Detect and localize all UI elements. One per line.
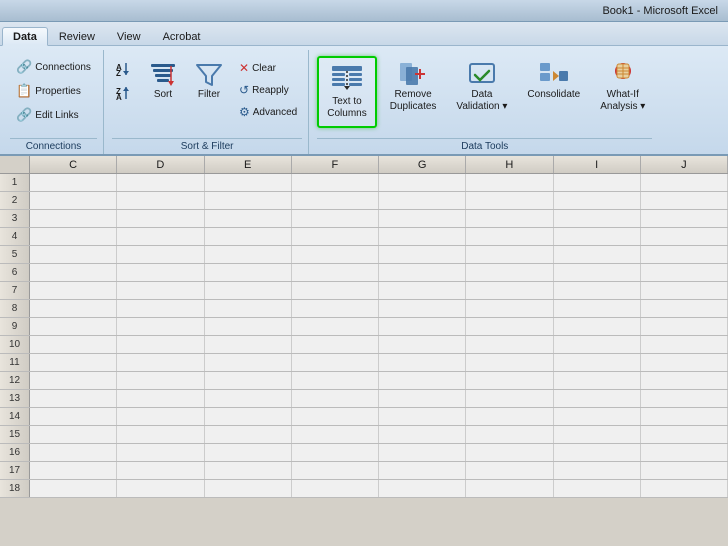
ribbon-group-sort-filter: A Z Z A [106,50,309,154]
ribbon-body: 🔗 Connections 📋 Properties 🔗 Edit Links … [0,46,728,156]
data-validation-label: DataValidation ▾ [456,89,507,113]
consolidate-label: Consolidate [527,89,580,101]
table-row: 14 [0,408,728,426]
table-row: 18 [0,480,728,498]
table-row: 3 [0,210,728,228]
sort-button[interactable]: Sort [142,54,184,124]
clear-button[interactable]: ✕ Clear [234,58,302,78]
connections-icon: 🔗 [16,59,32,75]
table-row: 17 [0,462,728,480]
ribbon-group-data-tools: Text toColumns RemoveDuplicates DataVa [311,50,658,154]
reapply-label: Reapply [252,85,289,96]
filter-icon [195,61,223,89]
row-header: 1 [0,174,30,191]
svg-text:A: A [116,93,122,101]
connections-group-label: Connections [10,138,97,154]
spreadsheet: C D E F G H I J 1 2 3 4 5 6 7 8 9 10 11 … [0,156,728,498]
col-header-e[interactable]: E [205,156,292,173]
filter-button[interactable]: Filter [188,54,230,124]
tab-acrobat[interactable]: Acrobat [152,27,212,45]
table-row: 13 [0,390,728,408]
sort-za-button[interactable]: Z A [112,82,138,104]
col-header-j[interactable]: J [641,156,728,173]
table-row: 9 [0,318,728,336]
data-validation-icon [467,61,497,89]
edit-links-icon: 🔗 [16,107,32,123]
col-header-f[interactable]: F [292,156,379,173]
table-row: 8 [0,300,728,318]
tab-view[interactable]: View [106,27,152,45]
connections-label: Connections [35,62,91,73]
sort-filter-group-label: Sort & Filter [112,138,302,154]
remove-duplicates-button[interactable]: RemoveDuplicates [383,56,444,126]
properties-label: Properties [35,86,81,97]
what-if-icon [608,61,638,89]
sort-za-icon: Z A [116,85,134,101]
table-row: 7 [0,282,728,300]
sort-az-icon: A Z [116,61,134,77]
tab-data[interactable]: Data [2,27,48,46]
table-row: 11 [0,354,728,372]
advanced-icon: ⚙ [239,105,250,119]
data-validation-button[interactable]: DataValidation ▾ [449,56,514,126]
sort-az-button[interactable]: A Z [112,58,138,80]
clear-label: Clear [252,63,276,74]
grid-cell[interactable] [30,174,117,191]
col-header-c[interactable]: C [30,156,117,173]
what-if-label: What-IfAnalysis ▾ [600,89,645,113]
ribbon-group-connections: 🔗 Connections 📋 Properties 🔗 Edit Links … [4,50,104,154]
column-headers: C D E F G H I J [0,156,728,174]
connections-button[interactable]: 🔗 Connections [11,56,96,78]
consolidate-button[interactable]: Consolidate [520,56,587,126]
reapply-button[interactable]: ↺ Reapply [234,80,302,100]
table-row: 12 [0,372,728,390]
properties-button[interactable]: 📋 Properties [11,80,86,102]
advanced-label: Advanced [253,107,297,118]
table-row: 5 [0,246,728,264]
text-to-columns-icon [331,64,363,94]
edit-links-label: Edit Links [35,110,78,121]
svg-text:Z: Z [116,69,121,77]
table-row: 10 [0,336,728,354]
remove-duplicates-label: RemoveDuplicates [390,89,437,113]
data-tools-group-label: Data Tools [317,138,652,154]
ribbon-tabs: Data Review View Acrobat [0,22,728,46]
table-row: 15 [0,426,728,444]
table-row: 6 [0,264,728,282]
advanced-button[interactable]: ⚙ Advanced [234,102,302,122]
table-row: 16 [0,444,728,462]
grid-area: 1 2 3 4 5 6 7 8 9 10 11 12 13 14 15 16 1… [0,174,728,498]
col-header-d[interactable]: D [117,156,204,173]
consolidate-icon [539,61,569,89]
reapply-icon: ↺ [239,83,249,97]
clear-icon: ✕ [239,61,249,75]
title-bar-text: Book1 - Microsoft Excel [602,5,718,17]
col-header-h[interactable]: H [466,156,553,173]
what-if-analysis-button[interactable]: What-IfAnalysis ▾ [593,56,652,126]
col-header-g[interactable]: G [379,156,466,173]
table-row: 1 [0,174,728,192]
corner-cell [0,156,30,173]
col-header-i[interactable]: I [554,156,641,173]
title-bar: Book1 - Microsoft Excel [0,0,728,22]
edit-links-button[interactable]: 🔗 Edit Links [11,104,84,126]
table-row: 4 [0,228,728,246]
tab-review[interactable]: Review [48,27,106,45]
text-to-columns-button[interactable]: Text toColumns [317,56,376,128]
filter-label: Filter [198,89,220,101]
sort-icon [149,61,177,89]
text-to-columns-label: Text toColumns [327,96,366,120]
table-row: 2 [0,192,728,210]
remove-duplicates-icon [398,61,428,89]
properties-icon: 📋 [16,83,32,99]
sort-label: Sort [154,89,172,101]
